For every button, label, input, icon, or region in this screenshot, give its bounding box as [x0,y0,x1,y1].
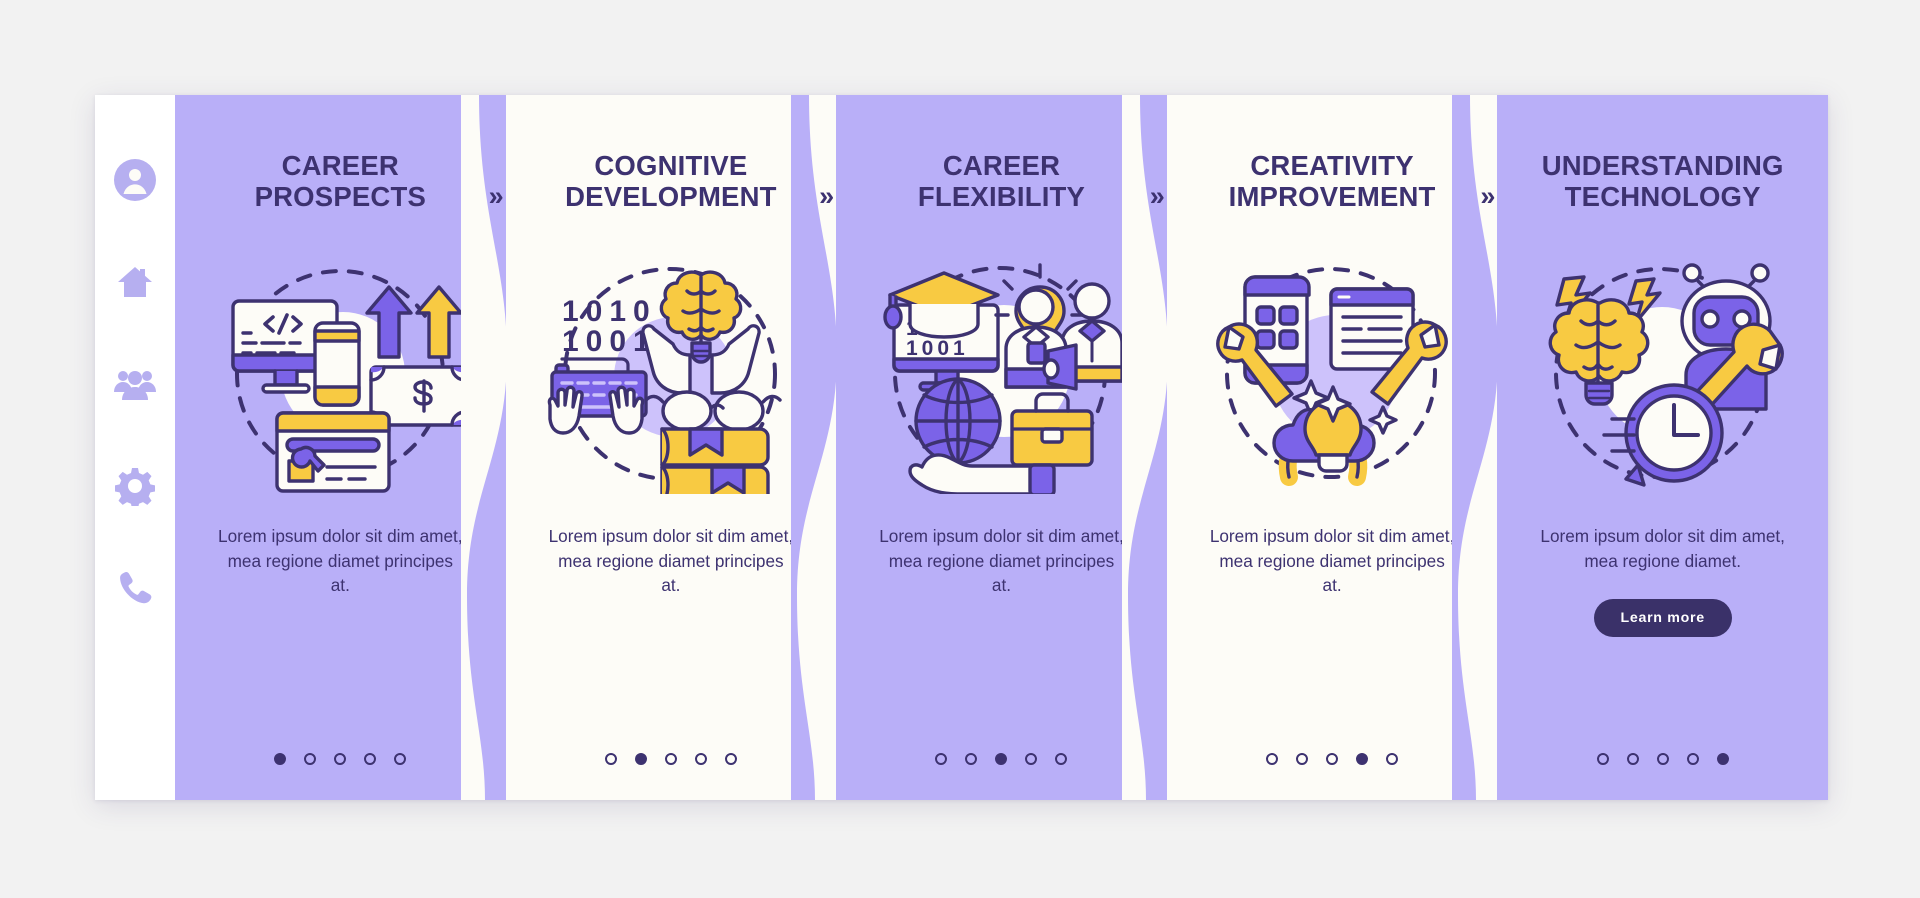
onboarding-card-creativity-improvement[interactable]: Creativity Improvement [1166,95,1499,800]
pagination-dots [1497,753,1828,765]
pagination-dots [506,753,837,765]
pagination-dots [1167,753,1498,765]
card-title: Creativity Improvement [1228,150,1436,212]
pagination-dots [836,753,1167,765]
sidebar-item-settings[interactable] [112,463,158,509]
pagination-dot-5[interactable] [1055,753,1068,765]
sidebar-item-team[interactable] [112,361,158,407]
sidebar-nav [95,95,175,800]
pagination-dot-1[interactable] [935,753,948,765]
onboarding-cards-strip: Career Prospects [175,95,1828,800]
card-body-text: Lorem ipsum dolor sit dim amet, mea regi… [879,525,1124,596]
learn-more-button[interactable]: Learn more [1593,599,1732,638]
creativity-improvement-illustration [1207,259,1457,494]
career-flexibility-illustration: 1010 1001 [876,259,1126,494]
pagination-dot-2[interactable] [634,753,647,765]
svg-text:1001: 1001 [906,337,969,360]
pagination-dot-5[interactable] [394,753,407,765]
understanding-technology-illustration [1538,259,1788,494]
pagination-dot-3[interactable] [1326,753,1339,765]
pagination-dot-1[interactable] [1596,753,1609,765]
card-title: Career Flexibility [917,150,1086,212]
onboarding-card-career-prospects[interactable]: Career Prospects [175,95,507,800]
card-body-text: Lorem ipsum dolor sit dim amet, mea regi… [1209,525,1455,596]
gear-icon [115,466,155,506]
career-prospects-illustration [215,259,466,494]
next-step-chevron: » [488,181,504,211]
pagination-dot-1[interactable] [274,753,287,765]
pagination-dots [175,753,506,765]
next-step-chevron: » [819,181,834,211]
card-title: Career Prospects [254,150,426,212]
next-step-chevron: » [1149,181,1165,211]
pagination-dot-4[interactable] [694,753,707,765]
sidebar-item-home[interactable] [112,259,158,305]
card-title: Cognitive Development [565,150,777,212]
pagination-dot-3[interactable] [334,753,347,765]
pagination-dot-2[interactable] [1626,753,1639,765]
card-body-text: Lorem ipsum dolor sit dim amet, mea regi… [548,525,794,596]
pagination-dot-3[interactable] [1656,753,1669,765]
pagination-dot-2[interactable] [965,753,978,765]
user-avatar-icon [113,158,157,202]
pagination-dot-4[interactable] [364,753,377,765]
pagination-dot-3[interactable] [995,753,1008,765]
card-body-text: Lorem ipsum dolor sit dim amet, mea regi… [218,525,463,596]
sidebar-item-contact[interactable] [112,565,158,611]
screen-root: Career Prospects [0,0,1920,898]
onboarding-card-understanding-technology[interactable]: Understanding Technology [1497,95,1828,800]
pagination-dot-4[interactable] [1025,753,1038,765]
sidebar-item-profile[interactable] [112,157,158,203]
onboarding-card-career-flexibility[interactable]: Career Flexibility 1010 1001 [836,95,1168,800]
pagination-dot-5[interactable] [1716,753,1729,765]
pagination-dot-2[interactable] [1296,753,1309,765]
phone-icon [116,569,154,607]
pagination-dot-1[interactable] [604,753,617,765]
pagination-dot-1[interactable] [1266,753,1279,765]
next-step-chevron: » [1480,181,1495,211]
pagination-dot-3[interactable] [664,753,677,765]
pagination-dot-4[interactable] [1356,753,1369,765]
onboarding-card-cognitive-development[interactable]: Cognitive Development 1010 1001 [505,95,838,800]
onboarding-screen-frame: Career Prospects [95,95,1828,800]
cognitive-development-illustration: 1010 1001 [546,259,796,494]
people-group-icon [113,365,157,403]
card-title: Understanding Technology [1541,150,1784,212]
pagination-dot-5[interactable] [1386,753,1399,765]
card-body-text: Lorem ipsum dolor sit dim amet, mea regi… [1540,525,1785,571]
pagination-dot-4[interactable] [1686,753,1699,765]
pagination-dot-5[interactable] [724,753,737,765]
pagination-dot-2[interactable] [304,753,317,765]
home-icon [115,262,155,302]
svg-text:1010: 1010 [562,295,657,328]
